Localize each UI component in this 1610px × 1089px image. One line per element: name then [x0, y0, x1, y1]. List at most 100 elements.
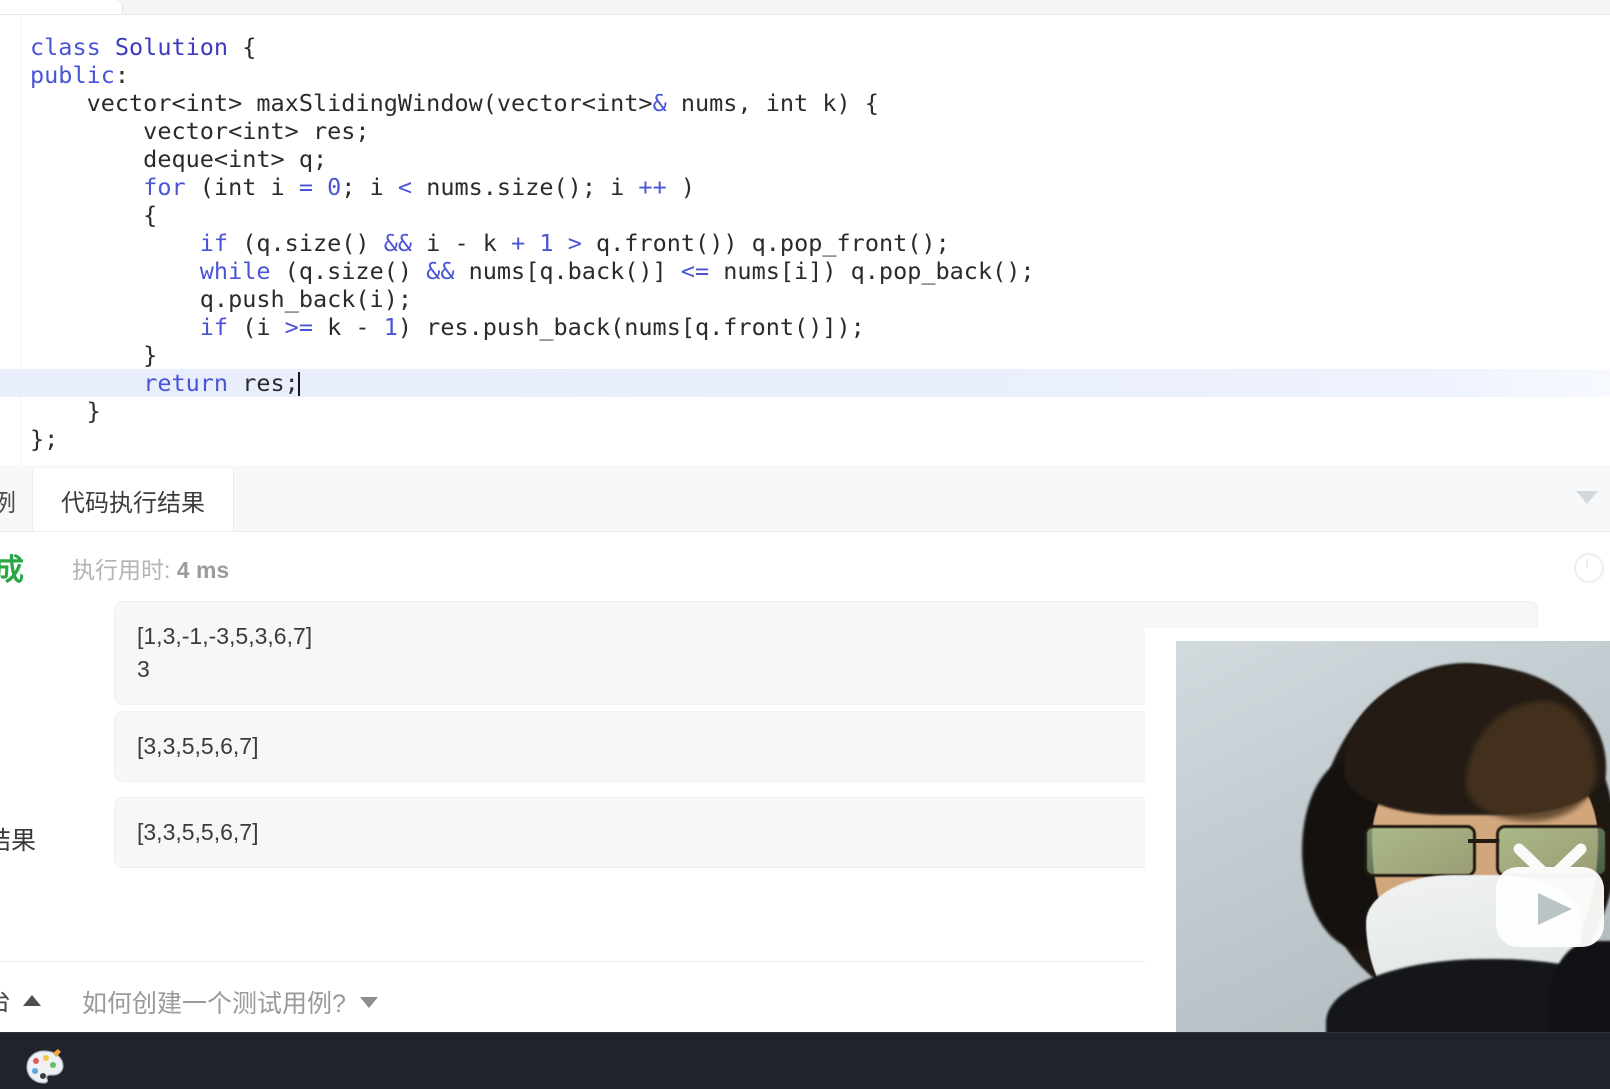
code-token: Solution — [114, 33, 229, 61]
code-token: public — [30, 61, 115, 89]
desktop-taskbar — [0, 1032, 1610, 1089]
code-token: (i — [228, 313, 285, 341]
code-token: nums[q.back()] — [454, 257, 681, 285]
code-token: vector< — [30, 89, 186, 117]
code-token: vector<int> res; — [30, 117, 370, 145]
code-token: (q.size() — [228, 229, 384, 257]
code-token: - — [454, 229, 469, 257]
browser-chrome-strip — [0, 0, 1610, 15]
info-circle-icon[interactable] — [1574, 553, 1604, 583]
code-token: res; — [228, 369, 299, 397]
code-token: deque<int> q; — [30, 145, 328, 173]
code-token: for — [143, 173, 186, 201]
text-cursor — [297, 372, 300, 396]
code-line[interactable]: deque<int> q; — [0, 145, 1610, 173]
webcam-overlay — [1145, 628, 1610, 1032]
code-line[interactable]: class Solution { — [0, 33, 1610, 61]
runtime-label: 执行用时: — [72, 557, 171, 583]
status-badge: 成 — [0, 554, 25, 587]
tab-testcase[interactable]: 例 — [0, 469, 36, 531]
code-token: > — [638, 89, 653, 117]
code-line[interactable]: }; — [0, 425, 1610, 453]
caret-up-icon — [23, 994, 42, 1006]
code-token: }; — [30, 425, 59, 453]
code-token: while — [199, 257, 271, 285]
code-token: i — [412, 229, 455, 257]
code-token: > maxSlidingWindow(vector< — [228, 89, 596, 117]
code-token: > — [567, 229, 582, 257]
runtime-value: 4 ms — [176, 557, 230, 583]
code-line[interactable]: vector<int> res; — [0, 117, 1610, 145]
code-token: - — [355, 313, 370, 341]
code-token: { — [30, 201, 158, 229]
code-line[interactable]: { — [0, 201, 1610, 229]
bilibili-tv-logo-icon — [1496, 843, 1604, 947]
code-token: int — [595, 89, 639, 117]
screen-root: class Solution {public: vector<int> maxS… — [0, 0, 1610, 1089]
code-token: k — [312, 313, 356, 341]
code-token: } — [30, 397, 101, 425]
code-token: && — [383, 229, 413, 257]
code-line[interactable]: vector<int> maxSlidingWindow(vector<int>… — [0, 89, 1610, 117]
code-token: + — [511, 229, 526, 257]
code-token: <= — [680, 257, 710, 285]
code-token: && — [426, 257, 455, 285]
code-token: int — [185, 89, 229, 117]
testcase-help-label: 如何创建一个测试用例? — [82, 990, 346, 1018]
code-token: return — [143, 369, 229, 397]
code-line[interactable]: } — [0, 341, 1610, 369]
code-line[interactable]: public: — [0, 61, 1610, 89]
runtime-status: 执行用时: 4 ms — [72, 551, 229, 585]
result-tabbar: 例 代码执行结果 — [0, 465, 1610, 532]
code-token: ) — [666, 173, 696, 201]
code-token: } — [30, 341, 158, 369]
code-token: q.front()) q.pop_front(); — [581, 229, 950, 257]
status-row: 成 执行用时: 4 ms — [0, 531, 1610, 601]
glasses-lens-left — [1364, 825, 1476, 877]
code-token: ) res.push_back(nums[q.front()]); — [397, 313, 865, 341]
code-token: 1 — [539, 229, 554, 257]
testcase-help-link[interactable]: 如何创建一个测试用例? — [82, 984, 378, 1020]
code-line[interactable]: } — [0, 397, 1610, 425]
code-token: if — [199, 229, 229, 257]
code-token: (q.size() — [270, 257, 427, 285]
code-token: ; i — [341, 173, 398, 201]
tab-code-result[interactable]: 代码执行结果 — [32, 469, 234, 531]
code-token: < — [397, 173, 413, 201]
console-toggle[interactable]: 台 — [0, 982, 42, 1018]
code-token: 0 — [327, 173, 342, 201]
code-token: k — [468, 229, 512, 257]
code-token: { — [228, 33, 257, 61]
code-content[interactable]: class Solution {public: vector<int> maxS… — [0, 33, 1610, 453]
code-line[interactable]: if (i >= k - 1) res.push_back(nums[q.fro… — [0, 313, 1610, 341]
caret-down-icon — [359, 996, 378, 1008]
paint-palette-icon[interactable] — [24, 1047, 64, 1087]
code-token: : — [114, 61, 130, 89]
code-line[interactable]: q.push_back(i); — [0, 285, 1610, 313]
code-line[interactable]: if (q.size() && i - k + 1 > q.front()) q… — [0, 229, 1610, 257]
code-token: = — [298, 173, 313, 201]
code-token: nums.size(); i — [412, 173, 639, 201]
code-line[interactable]: return res; — [0, 369, 1610, 397]
tab-code-result-label: 代码执行结果 — [61, 489, 205, 517]
code-token: if — [199, 313, 229, 341]
code-line[interactable]: while (q.size() && nums[q.back()] <= num… — [0, 257, 1610, 285]
code-line[interactable]: for (int i = 0; i < nums.size(); i ++ ) — [0, 173, 1610, 201]
chevron-down-icon[interactable] — [1576, 491, 1598, 504]
code-token: (int i — [185, 173, 299, 201]
tab-testcase-label: 例 — [0, 489, 16, 517]
code-token: >= — [284, 313, 313, 341]
io-row-label: 结果 — [0, 827, 37, 855]
browser-tab[interactable] — [0, 0, 123, 14]
code-editor[interactable]: class Solution {public: vector<int> maxS… — [0, 15, 1610, 465]
code-token: & — [652, 89, 667, 117]
code-token: q.push_back(i); — [30, 285, 413, 313]
